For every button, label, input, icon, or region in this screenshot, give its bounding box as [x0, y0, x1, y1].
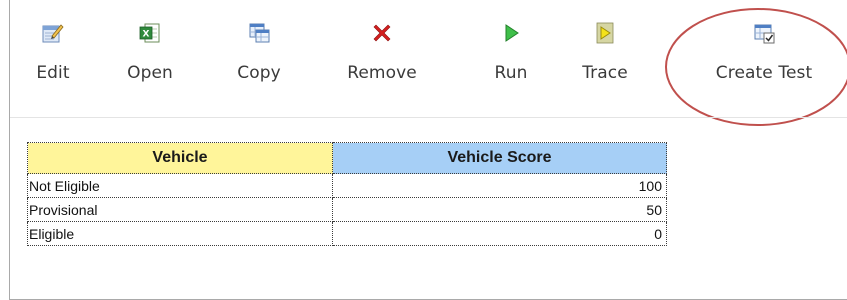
column-header-vehicle-score[interactable]: Vehicle Score [332, 142, 667, 174]
open-button[interactable]: X Open [125, 20, 175, 98]
toolbar-divider [10, 117, 847, 118]
copy-button[interactable]: Copy [234, 20, 284, 98]
trace-button[interactable]: Trace [580, 20, 630, 98]
vehicle-cell[interactable]: Not Eligible [27, 173, 333, 198]
score-cell[interactable]: 0 [332, 221, 667, 246]
decision-table: Vehicle Vehicle Score Not Eligible 100 P… [27, 142, 667, 246]
create-test-label: Create Test [715, 63, 813, 83]
trace-label: Trace [582, 63, 628, 83]
svg-text:X: X [143, 30, 150, 40]
score-cell[interactable]: 100 [332, 173, 667, 198]
create-test-button[interactable]: Create Test [694, 20, 834, 98]
copy-table-icon [246, 20, 272, 46]
remove-button[interactable]: Remove [342, 20, 422, 98]
create-test-icon [751, 20, 777, 46]
table-row[interactable]: Not Eligible 100 [27, 173, 667, 198]
trace-icon [592, 20, 618, 46]
excel-icon: X [137, 20, 163, 46]
remove-label: Remove [347, 63, 417, 83]
score-cell[interactable]: 50 [332, 197, 667, 222]
run-button[interactable]: Run [491, 20, 531, 98]
copy-label: Copy [237, 63, 281, 83]
table-row[interactable]: Eligible 0 [27, 221, 667, 246]
remove-x-icon [369, 20, 395, 46]
table-row[interactable]: Provisional 50 [27, 197, 667, 222]
table-header-row: Vehicle Vehicle Score [27, 142, 667, 174]
run-label: Run [494, 63, 528, 83]
open-label: Open [127, 63, 173, 83]
edit-icon [40, 20, 66, 46]
run-play-icon [498, 20, 524, 46]
column-header-vehicle[interactable]: Vehicle [27, 142, 333, 174]
edit-label: Edit [36, 63, 70, 83]
vehicle-cell[interactable]: Eligible [27, 221, 333, 246]
vehicle-cell[interactable]: Provisional [27, 197, 333, 222]
edit-button[interactable]: Edit [33, 20, 73, 98]
